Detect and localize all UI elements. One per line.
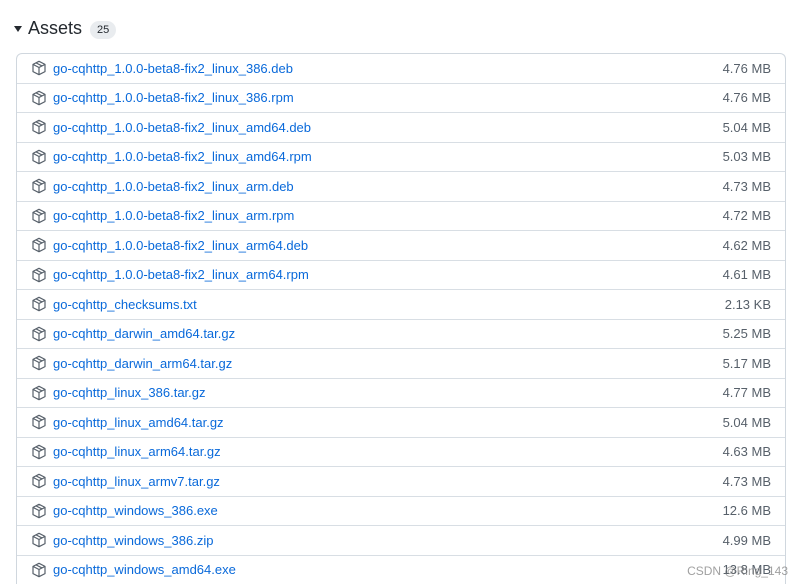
asset-size: 4.73 MB: [722, 473, 771, 489]
asset-row: go-cqhttp_windows_amd64.exe 13.8 MB: [17, 556, 785, 584]
asset-size: 5.04 MB: [722, 119, 771, 135]
asset-size: 5.17 MB: [722, 355, 771, 371]
asset-download-link[interactable]: go-cqhttp_linux_armv7.tar.gz: [53, 474, 723, 489]
asset-size: 12.6 MB: [722, 503, 771, 519]
asset-row: go-cqhttp_windows_386.exe 12.6 MB: [17, 497, 785, 526]
release-assets-page: Assets 25 go-cqhttp_1.0.0-beta8-fix2_lin…: [0, 0, 800, 584]
package-icon: [32, 208, 46, 224]
asset-download-link[interactable]: go-cqhttp_windows_386.exe: [53, 503, 723, 518]
package-icon: [32, 562, 46, 578]
asset-row: go-cqhttp_1.0.0-beta8-fix2_linux_amd64.d…: [17, 113, 785, 143]
asset-download-link[interactable]: go-cqhttp_linux_386.tar.gz: [53, 385, 723, 400]
package-icon: [32, 237, 46, 253]
package-icon: [32, 414, 46, 430]
asset-size: 4.76 MB: [722, 90, 771, 106]
package-icon: [32, 178, 46, 194]
asset-list: go-cqhttp_1.0.0-beta8-fix2_linux_386.deb…: [16, 53, 786, 584]
package-icon: [32, 149, 46, 165]
package-icon: [32, 503, 46, 519]
asset-row: go-cqhttp_darwin_amd64.tar.gz 5.25 MB: [17, 320, 785, 349]
asset-download-link[interactable]: go-cqhttp_linux_arm64.tar.gz: [53, 444, 723, 459]
asset-size: 5.03 MB: [722, 149, 771, 165]
package-icon: [32, 444, 46, 460]
asset-row: go-cqhttp_linux_armv7.tar.gz 4.73 MB: [17, 467, 785, 497]
asset-size: 4.62 MB: [722, 237, 771, 253]
package-icon: [32, 119, 46, 135]
asset-row: go-cqhttp_1.0.0-beta8-fix2_linux_arm64.d…: [17, 231, 785, 261]
asset-download-link[interactable]: go-cqhttp_1.0.0-beta8-fix2_linux_amd64.d…: [53, 120, 723, 135]
caret-down-icon: [14, 26, 22, 32]
package-icon: [32, 60, 46, 76]
package-icon: [32, 326, 46, 342]
package-icon: [32, 532, 46, 548]
asset-download-link[interactable]: go-cqhttp_darwin_arm64.tar.gz: [53, 356, 723, 371]
asset-download-link[interactable]: go-cqhttp_checksums.txt: [53, 297, 725, 312]
asset-row: go-cqhttp_linux_arm64.tar.gz 4.63 MB: [17, 438, 785, 467]
asset-size: 4.77 MB: [722, 385, 771, 401]
package-icon: [32, 473, 46, 489]
asset-size: 4.73 MB: [722, 178, 771, 194]
assets-title: Assets: [28, 18, 83, 38]
asset-download-link[interactable]: go-cqhttp_linux_amd64.tar.gz: [53, 415, 723, 430]
asset-size: 13.8 MB: [722, 562, 771, 578]
assets-toggle[interactable]: Assets 25: [14, 14, 117, 42]
asset-row: go-cqhttp_linux_386.tar.gz 4.77 MB: [17, 379, 785, 408]
asset-row: go-cqhttp_1.0.0-beta8-fix2_linux_arm64.r…: [17, 261, 785, 290]
asset-size: 4.61 MB: [722, 267, 771, 283]
package-icon: [32, 385, 46, 401]
asset-row: go-cqhttp_1.0.0-beta8-fix2_linux_arm.deb…: [17, 172, 785, 202]
asset-row: go-cqhttp_darwin_arm64.tar.gz 5.17 MB: [17, 349, 785, 379]
asset-size: 5.04 MB: [722, 414, 771, 430]
asset-download-link[interactable]: go-cqhttp_1.0.0-beta8-fix2_linux_amd64.r…: [53, 149, 723, 164]
asset-download-link[interactable]: go-cqhttp_1.0.0-beta8-fix2_linux_arm.deb: [53, 179, 723, 194]
package-icon: [32, 90, 46, 106]
asset-row: go-cqhttp_linux_amd64.tar.gz 5.04 MB: [17, 408, 785, 438]
assets-count-badge: 25: [90, 20, 117, 39]
asset-download-link[interactable]: go-cqhttp_windows_amd64.exe: [53, 562, 723, 577]
package-icon: [32, 267, 46, 283]
asset-size: 4.99 MB: [722, 532, 771, 548]
asset-size: 2.13 KB: [724, 296, 771, 312]
asset-row: go-cqhttp_1.0.0-beta8-fix2_linux_386.rpm…: [17, 84, 785, 113]
asset-size: 4.76 MB: [722, 60, 771, 76]
asset-download-link[interactable]: go-cqhttp_1.0.0-beta8-fix2_linux_386.rpm: [53, 90, 723, 105]
asset-size: 4.72 MB: [722, 208, 771, 224]
asset-row: go-cqhttp_checksums.txt 2.13 KB: [17, 290, 785, 320]
asset-download-link[interactable]: go-cqhttp_windows_386.zip: [53, 533, 723, 548]
asset-download-link[interactable]: go-cqhttp_darwin_amd64.tar.gz: [53, 326, 723, 341]
asset-size: 5.25 MB: [722, 326, 771, 342]
package-icon: [32, 355, 46, 371]
asset-download-link[interactable]: go-cqhttp_1.0.0-beta8-fix2_linux_arm64.d…: [53, 238, 723, 253]
asset-download-link[interactable]: go-cqhttp_1.0.0-beta8-fix2_linux_386.deb: [53, 61, 723, 76]
asset-size: 4.63 MB: [722, 444, 771, 460]
asset-download-link[interactable]: go-cqhttp_1.0.0-beta8-fix2_linux_arm.rpm: [53, 208, 723, 223]
asset-row: go-cqhttp_1.0.0-beta8-fix2_linux_arm.rpm…: [17, 202, 785, 231]
asset-row: go-cqhttp_1.0.0-beta8-fix2_linux_386.deb…: [17, 54, 785, 84]
package-icon: [32, 296, 46, 312]
asset-row: go-cqhttp_windows_386.zip 4.99 MB: [17, 526, 785, 556]
asset-row: go-cqhttp_1.0.0-beta8-fix2_linux_amd64.r…: [17, 143, 785, 172]
asset-download-link[interactable]: go-cqhttp_1.0.0-beta8-fix2_linux_arm64.r…: [53, 267, 723, 282]
